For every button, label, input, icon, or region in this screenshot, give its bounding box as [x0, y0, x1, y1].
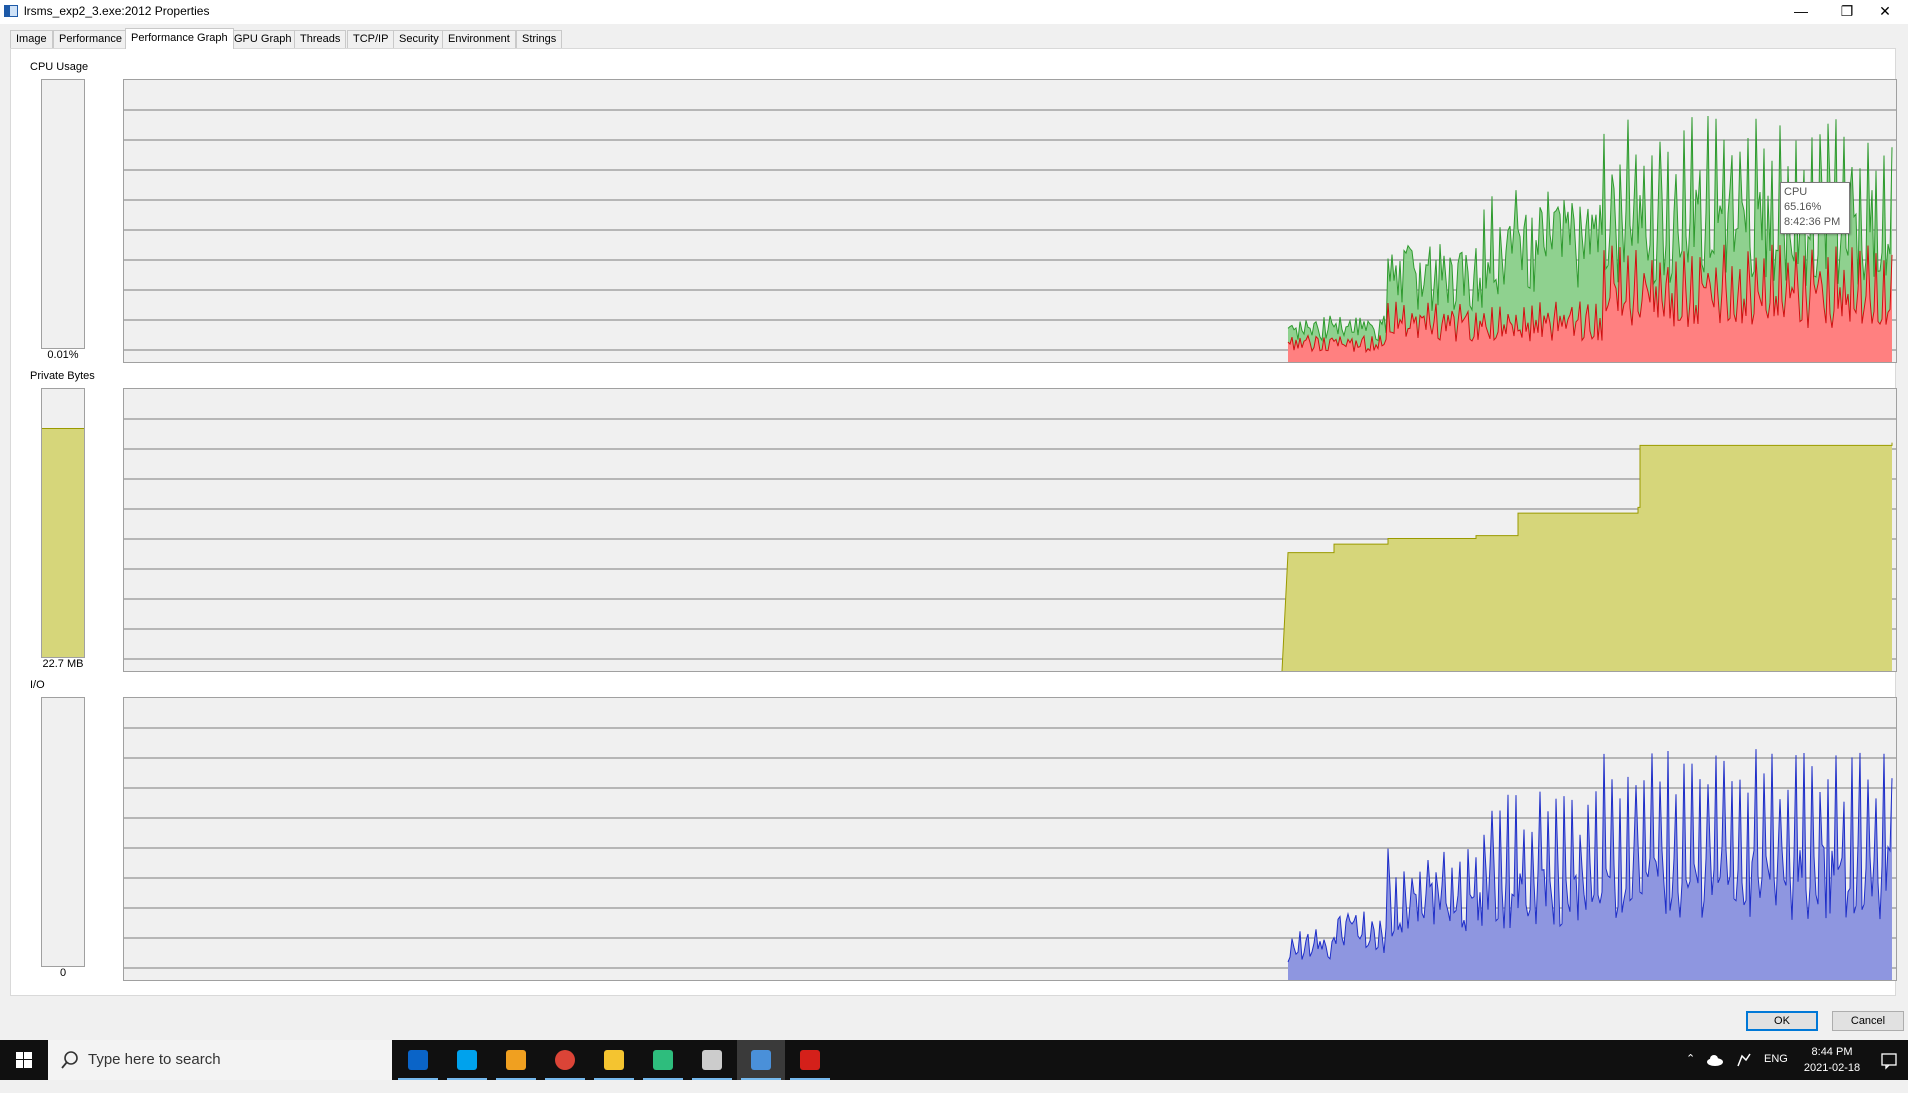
cpu-tooltip: CPU 65.16% 8:42:36 PM	[1780, 182, 1850, 234]
acrobat-icon	[800, 1050, 820, 1070]
window-title: lrsms_exp2_3.exe:2012 Properties	[24, 4, 210, 18]
taskbar-app-terminal[interactable]	[688, 1040, 736, 1080]
taskbar-app-mail[interactable]	[394, 1040, 442, 1080]
taskbar-app-file-explorer[interactable]	[590, 1040, 638, 1080]
show-hidden-icons-icon[interactable]: ⌃	[1686, 1052, 1695, 1092]
pen-icon[interactable]	[1736, 1052, 1752, 1092]
notifications-icon[interactable]	[1880, 1052, 1898, 1092]
language-indicator[interactable]: ENG	[1764, 1053, 1788, 1093]
file-explorer-icon	[604, 1050, 624, 1070]
private-bytes-graph[interactable]	[123, 388, 1897, 672]
cpu-usage-label: CPU Usage	[30, 61, 89, 73]
cpu-usage-value: 0.01%	[47, 349, 79, 361]
clock-date: 2021-02-18	[1803, 1062, 1861, 1074]
taskbar-app-chrome[interactable]	[541, 1040, 589, 1080]
ok-button[interactable]: OK	[1746, 1011, 1818, 1031]
io-label: I/O	[30, 679, 45, 691]
taskbar-app-skype[interactable]	[443, 1040, 491, 1080]
onedrive-icon[interactable]	[1706, 1052, 1724, 1092]
tab-performance-graph[interactable]: Performance Graph	[125, 28, 234, 49]
cpu-usage-meter	[41, 79, 85, 349]
window-app-icon	[4, 5, 18, 17]
performance-graph-panel: CPU Usage 0.01% Private Bytes 22.7 MB I/…	[10, 48, 1897, 996]
skype-icon	[457, 1050, 477, 1070]
start-button[interactable]	[0, 1040, 48, 1080]
taskbar-app-acrobat[interactable]	[786, 1040, 834, 1080]
terminal-icon	[702, 1050, 722, 1070]
private-bytes-meter-fill	[42, 428, 84, 657]
taskbar-app-vpn[interactable]	[639, 1040, 687, 1080]
tab-gpu-graph[interactable]: GPU Graph	[228, 30, 298, 48]
title-bar: lrsms_exp2_3.exe:2012 Properties — ❐ ✕	[0, 0, 1908, 24]
private-bytes-label: Private Bytes	[30, 370, 95, 382]
tab-image[interactable]: Image	[10, 30, 53, 48]
tab-security[interactable]: Security	[393, 30, 445, 48]
private-bytes-area	[1282, 442, 1892, 671]
search-placeholder: Type here to search	[88, 1051, 221, 1068]
cpu-usage-graph[interactable]	[123, 79, 1897, 363]
taskbar: Type here to search ⌃ ENG 8:44 PM 2021-0…	[0, 1040, 1908, 1080]
tooltip-value: 65.16%	[1784, 201, 1822, 213]
tooltip-series: CPU	[1784, 186, 1808, 198]
io-graph-canvas	[124, 727, 1896, 980]
private-bytes-meter	[41, 388, 85, 658]
mail-icon	[408, 1050, 428, 1070]
tab-threads[interactable]: Threads	[294, 30, 347, 48]
io-meter	[41, 697, 85, 967]
taskbar-app-process-explorer[interactable]	[737, 1040, 785, 1080]
io-graph[interactable]	[123, 697, 1897, 981]
windows-logo-icon	[16, 1052, 32, 1068]
taskbar-app-sublime[interactable]	[492, 1040, 540, 1080]
taskbar-search-box[interactable]: Type here to search	[48, 1040, 392, 1080]
tooltip-time: 8:42:36 PM	[1784, 216, 1841, 228]
tab-tcp-ip[interactable]: TCP/IP	[347, 30, 395, 48]
chrome-icon	[555, 1050, 575, 1070]
process-explorer-icon	[751, 1050, 771, 1070]
search-icon	[61, 1051, 78, 1069]
clock-time: 8:44 PM	[1811, 1046, 1853, 1058]
cancel-button[interactable]: Cancel	[1832, 1011, 1904, 1031]
private-bytes-value: 22.7 MB	[42, 658, 84, 670]
sublime-icon	[506, 1050, 526, 1070]
io-value: 0	[59, 967, 67, 979]
tab-performance[interactable]: Performance	[53, 30, 128, 48]
taskbar-clock[interactable]: 8:44 PM 2021-02-18	[1796, 1044, 1868, 1076]
tab-environment[interactable]: Environment	[442, 30, 516, 48]
minimize-button[interactable]: —	[1778, 0, 1824, 24]
cpu-usage-graph-canvas	[124, 109, 1896, 362]
close-button[interactable]: ✕	[1862, 0, 1908, 24]
vpn-icon	[653, 1050, 673, 1070]
tab-strings[interactable]: Strings	[516, 30, 563, 48]
private-bytes-graph-canvas	[124, 418, 1896, 671]
